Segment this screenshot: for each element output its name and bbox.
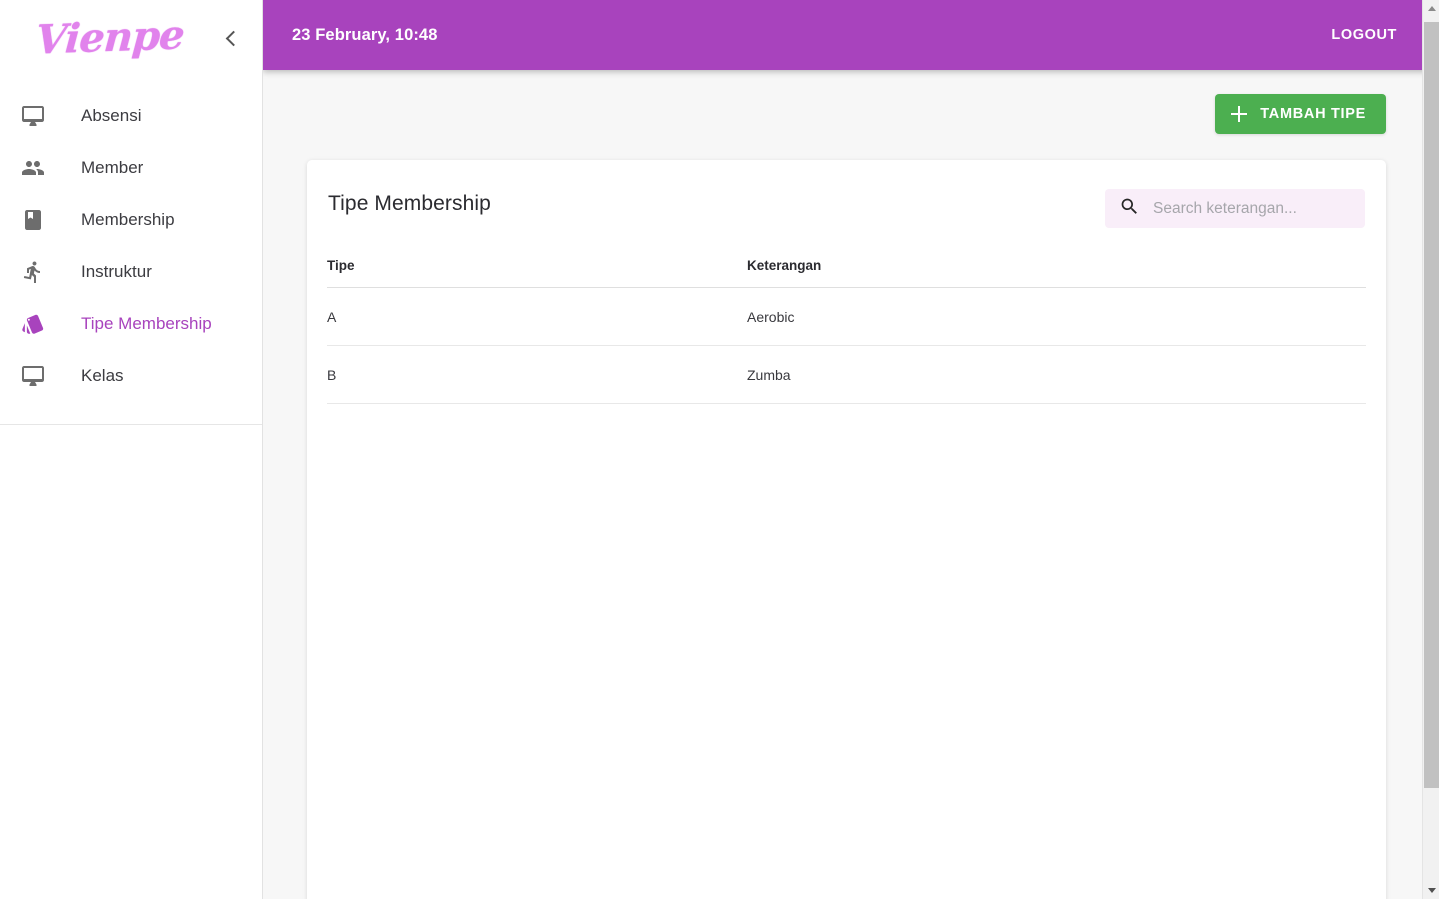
sidebar-nav: Absensi Member Membership Instruktur Tip… [0,76,262,425]
column-header-tipe: Tipe [327,258,747,288]
sidebar-item-label: Absensi [81,106,142,125]
triangle-down-icon [1427,888,1436,893]
people-icon [16,153,50,183]
topbar: 23 February, 10:48 LOGOUT [263,0,1439,70]
card-header: Tipe Membership [327,189,1366,228]
tipe-membership-table: Tipe Keterangan A Aerobic B Zumba [327,258,1366,404]
style-cards-icon [16,309,50,339]
sidebar-item-label: Membership [81,210,175,229]
brand-logo-text: Vienpe [34,11,186,64]
plus-icon [1231,106,1248,122]
sidebar-item-kelas[interactable]: Kelas [0,350,262,402]
app-root: Vienpe Absensi Member Membership Instruk… [0,0,1439,899]
triangle-up-icon [1427,6,1436,11]
cell-keterangan: Aerobic [747,287,1366,346]
table-header-row: Tipe Keterangan [327,258,1366,288]
action-row: TAMBAH TIPE [307,70,1386,134]
sidebar-item-label: Member [81,158,144,177]
sidebar-item-member[interactable]: Member [0,142,262,194]
scrollbar-thumb[interactable] [1424,22,1439,788]
table-body: A Aerobic B Zumba [327,287,1366,404]
sidebar-item-label: Instruktur [81,262,152,281]
desktop-icon [16,101,50,131]
sidebar-header: Vienpe [0,0,262,76]
table-row[interactable]: A Aerobic [327,287,1366,346]
add-tipe-button[interactable]: TAMBAH TIPE [1215,94,1386,134]
brand-logo: Vienpe [0,11,214,64]
page-content: TAMBAH TIPE Tipe Membership Search keter… [263,70,1439,899]
book-icon [16,205,50,235]
table-row[interactable]: B Zumba [327,345,1366,404]
chevron-left-icon [225,30,241,46]
sidebar-item-absensi[interactable]: Absensi [0,90,262,142]
sidebar-item-membership[interactable]: Membership [0,194,262,246]
search-icon [1119,196,1140,222]
sidebar-collapse-button[interactable] [214,21,248,55]
page-title: Tipe Membership [328,192,491,215]
cell-keterangan: Zumba [747,345,1366,404]
sidebar: Vienpe Absensi Member Membership Instruk… [0,0,263,899]
logout-button[interactable]: LOGOUT [1331,27,1397,43]
sidebar-item-label: Tipe Membership [81,314,212,333]
desktop-icon [16,361,50,391]
scrollbar-up-button[interactable] [1423,0,1439,17]
sidebar-item-tipe-membership[interactable]: Tipe Membership [0,298,262,350]
sidebar-item-instruktur[interactable]: Instruktur [0,246,262,298]
search-input[interactable] [1151,198,1353,219]
column-header-keterangan: Keterangan [747,258,1366,288]
sidebar-item-label: Kelas [81,366,124,385]
search-box[interactable] [1105,189,1365,228]
page-scrollbar[interactable] [1422,0,1439,899]
cell-tipe: A [327,287,747,346]
scrollbar-down-button[interactable] [1423,882,1439,899]
topbar-datetime: 23 February, 10:48 [292,25,438,44]
add-tipe-label: TAMBAH TIPE [1260,106,1366,122]
tipe-membership-card: Tipe Membership Tipe [307,160,1386,899]
cell-tipe: B [327,345,747,404]
main-area: 23 February, 10:48 LOGOUT TAMBAH TIPE Ti… [263,0,1439,899]
running-icon [16,257,50,287]
table-head: Tipe Keterangan [327,258,1366,288]
